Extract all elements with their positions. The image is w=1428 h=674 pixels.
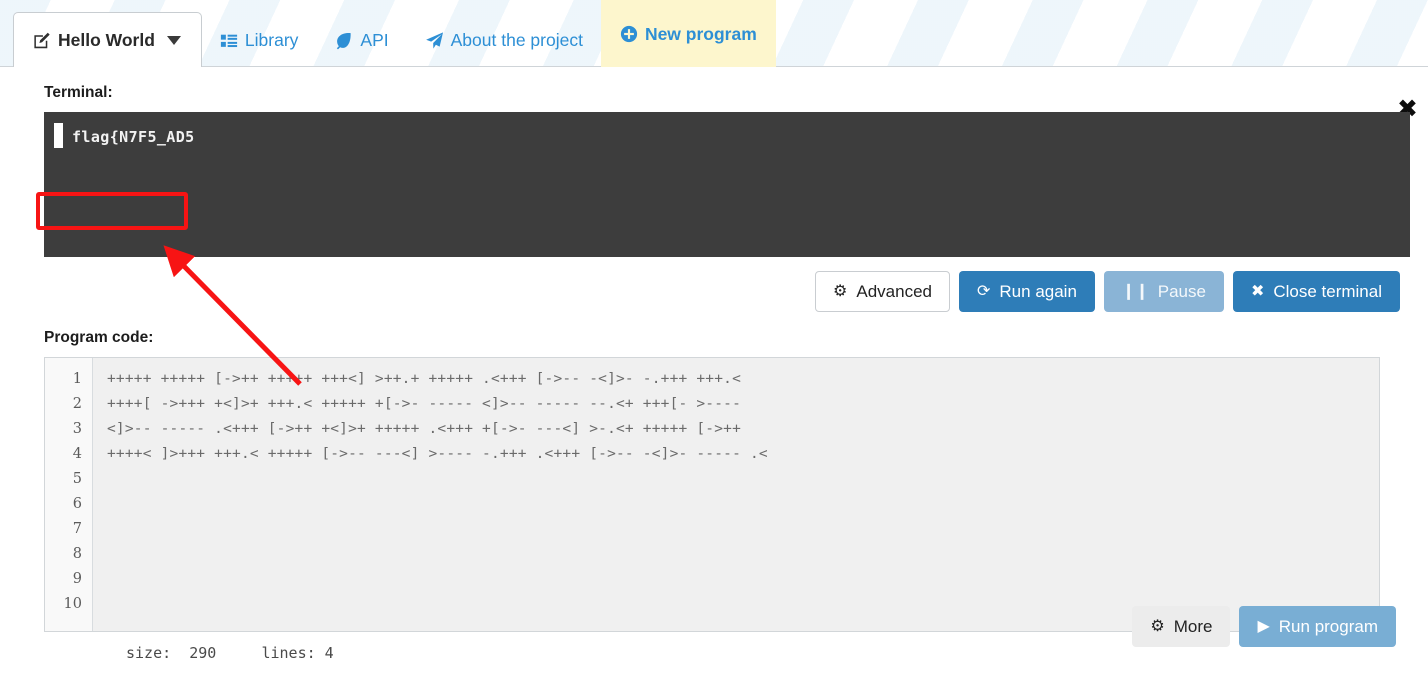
run-again-button[interactable]: ⟳ Run again	[959, 271, 1095, 312]
run-program-button[interactable]: ▶ Run program	[1239, 606, 1396, 647]
line-number: 7	[72, 521, 82, 537]
line-number: 5	[72, 471, 82, 487]
code-text-area[interactable]: +++++ +++++ [->++ +++++ +++<] >++.+ ++++…	[93, 358, 1379, 631]
pause-icon: ❙❙	[1121, 282, 1149, 300]
tab-library[interactable]: Library	[202, 14, 317, 66]
close-terminal-button[interactable]: ✖ Close terminal	[1232, 271, 1400, 312]
terminal-panel[interactable]: flag{N7F5_AD5	[44, 112, 1410, 257]
code-editor[interactable]: 1 2 3 4 5 6 7 8 9 10 +++++ +++++ [->++ +…	[44, 357, 1380, 632]
plus-circle-icon	[620, 25, 638, 43]
chevron-down-icon[interactable]	[166, 35, 181, 45]
program-code-label: Program code:	[44, 329, 154, 346]
line-number: 10	[63, 596, 82, 612]
pause-button[interactable]: ❙❙ Pause	[1103, 271, 1224, 312]
line-number-gutter: 1 2 3 4 5 6 7 8 9 10	[45, 358, 93, 631]
tab-label: Hello World	[58, 29, 155, 50]
code-line: ++++< ]>+++ +++.< +++++ [->-- ---<] >---…	[107, 446, 768, 462]
code-stats: size: 290 lines: 4	[126, 644, 334, 662]
advanced-button[interactable]: ⚙ Advanced	[815, 271, 950, 312]
tab-label: About the project	[450, 30, 583, 50]
line-number: 2	[72, 396, 82, 412]
tab-bar: Hello World Library API About the projec…	[0, 0, 1428, 67]
line-number: 9	[72, 571, 82, 587]
tab-label: API	[360, 30, 389, 50]
button-label: Run again	[999, 282, 1077, 301]
grid-list-icon	[220, 32, 238, 50]
line-number: 4	[72, 446, 82, 462]
terminal-label: Terminal:	[44, 84, 113, 101]
app-root: Hello World Library API About the projec…	[0, 0, 1428, 674]
edit-square-icon	[32, 31, 51, 50]
main-content: ✖ Terminal: flag{N7F5_AD5 ⚙ Advanced ⟳ R…	[0, 84, 1428, 662]
refresh-icon: ⟳	[977, 282, 991, 300]
gear-icon: ⚙	[833, 282, 848, 300]
paper-plane-icon	[425, 31, 444, 50]
terminal-cursor	[54, 123, 63, 148]
button-label: Close terminal	[1273, 282, 1382, 301]
line-number: 8	[72, 546, 82, 562]
tab-hello-world[interactable]: Hello World	[13, 12, 202, 67]
tab-about-the-project[interactable]: About the project	[407, 14, 601, 66]
line-number: 3	[72, 421, 82, 437]
terminal-button-row: ⚙ Advanced ⟳ Run again ❙❙ Pause ✖ Close …	[18, 271, 1400, 312]
tab-label: Library	[244, 30, 299, 50]
code-line: ++++[ ->+++ +<]>+ +++.< +++++ +[->- ----…	[107, 396, 742, 412]
gear-icon: ⚙	[1150, 617, 1165, 635]
play-icon: ▶	[1257, 617, 1270, 635]
terminal-output: flag{N7F5_AD5	[72, 128, 195, 146]
tab-label: New program	[644, 23, 757, 44]
code-line: <]>-- ----- .<+++ [->++ +<]>+ +++++ .<++…	[107, 421, 742, 437]
editor-button-row: ⚙ More ▶ Run program	[1132, 606, 1396, 647]
line-number: 6	[72, 496, 82, 512]
leaf-icon	[334, 31, 353, 50]
line-number: 1	[72, 371, 82, 387]
button-label: Advanced	[856, 282, 932, 301]
button-label: Run program	[1278, 617, 1378, 636]
code-line: +++++ +++++ [->++ +++++ +++<] >++.+ ++++…	[107, 371, 742, 387]
tab-new-program[interactable]: New program	[600, 0, 776, 67]
more-button[interactable]: ⚙ More	[1132, 606, 1231, 647]
button-label: More	[1173, 617, 1213, 636]
button-label: Pause	[1157, 282, 1206, 301]
tab-api[interactable]: API	[316, 14, 406, 66]
x-icon: ✖	[1250, 282, 1265, 300]
